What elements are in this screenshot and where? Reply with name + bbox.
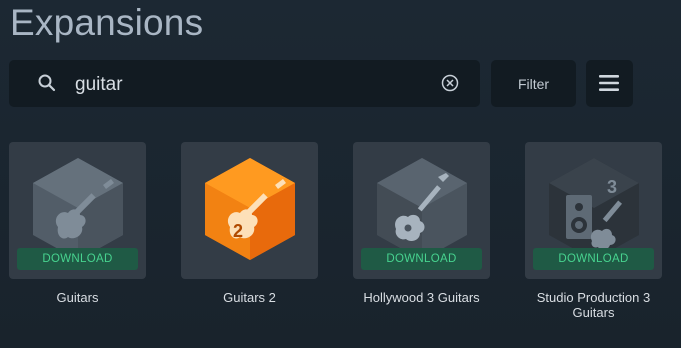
expansion-card-hollywood-3-guitars[interactable]: DOWNLOAD bbox=[353, 142, 490, 279]
filter-button[interactable]: Filter bbox=[491, 60, 576, 107]
menu-button[interactable] bbox=[586, 60, 633, 107]
card-label: Studio Production 3 Guitars bbox=[536, 290, 651, 320]
expansion-card-guitars[interactable]: DOWNLOAD bbox=[9, 142, 146, 279]
card-label: Hollywood 3 Guitars bbox=[363, 290, 480, 305]
svg-text:3: 3 bbox=[607, 177, 617, 197]
download-button[interactable]: DOWNLOAD bbox=[361, 248, 482, 270]
page-title: Expansions bbox=[10, 2, 204, 43]
expansion-card-guitars-2[interactable]: 2 bbox=[181, 142, 318, 279]
electric-guitar-cube-icon bbox=[33, 158, 123, 260]
speaker-guitar-cube-icon: 3 bbox=[549, 158, 639, 260]
svg-text:2: 2 bbox=[233, 221, 243, 241]
download-button[interactable]: DOWNLOAD bbox=[533, 248, 654, 270]
card-label: Guitars 2 bbox=[223, 290, 276, 305]
hamburger-menu-icon bbox=[599, 75, 619, 91]
search-bar[interactable]: guitar bbox=[9, 60, 480, 107]
search-input[interactable]: guitar bbox=[75, 74, 123, 96]
clear-search-icon[interactable] bbox=[440, 73, 460, 93]
card-label: Guitars bbox=[56, 290, 99, 305]
acoustic-guitar-cube-icon bbox=[377, 158, 467, 260]
guitar-2-cube-icon: 2 bbox=[205, 158, 295, 260]
download-button[interactable]: DOWNLOAD bbox=[17, 248, 138, 270]
expansion-card-studio-production-3-guitars[interactable]: 3 DOWNLOAD bbox=[525, 142, 662, 279]
search-icon bbox=[38, 74, 56, 92]
